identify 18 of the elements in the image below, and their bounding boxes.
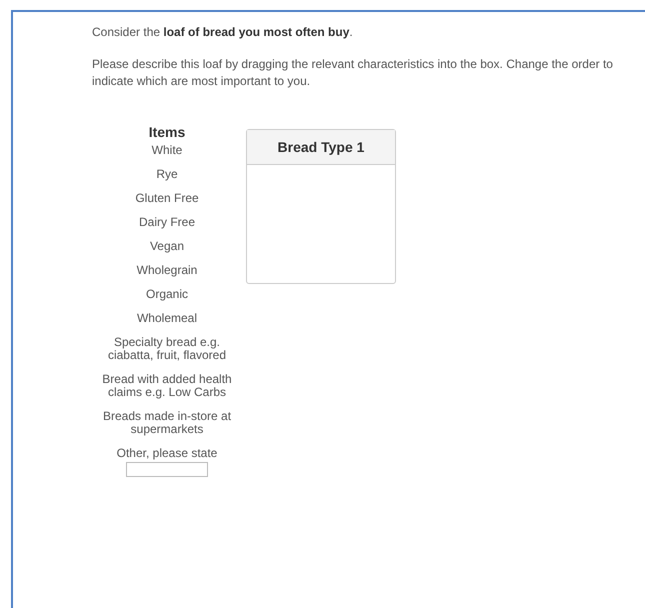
draggable-item[interactable]: Breads made in-store at supermarkets — [97, 410, 237, 436]
draggable-item[interactable]: Rye — [154, 168, 180, 181]
draggable-item[interactable]: Dairy Free — [136, 216, 197, 229]
draggable-item[interactable]: Other, please state — [114, 447, 220, 460]
box-title: Bread Type 1 — [278, 139, 364, 155]
draggable-item[interactable]: Wholegrain — [134, 264, 200, 277]
instruction-text: Please describe this loaf by dragging the relevant characteristics into the box. Change the order to indicate which are most important to you. — [92, 56, 614, 90]
draggable-item[interactable]: Wholemeal — [134, 312, 200, 325]
draggable-item[interactable]: White — [150, 144, 184, 157]
drop-box[interactable]: Bread Type 1 — [246, 129, 396, 284]
column-heading: Items — [148, 124, 186, 140]
other-input-field[interactable] — [126, 462, 208, 477]
draggable-item[interactable]: Organic — [144, 288, 190, 301]
draggable-item[interactable]: Gluten Free — [133, 192, 201, 205]
draggable-item[interactable]: Specialty bread e.g. ciabatta, fruit, flavored — [97, 336, 237, 362]
draggable-item[interactable]: Vegan — [148, 240, 186, 253]
intro-text: Consider the loaf of bread you most often buy. — [92, 24, 354, 41]
draggable-item[interactable]: Bread with added health claims e.g. Low Carbs — [97, 373, 237, 399]
